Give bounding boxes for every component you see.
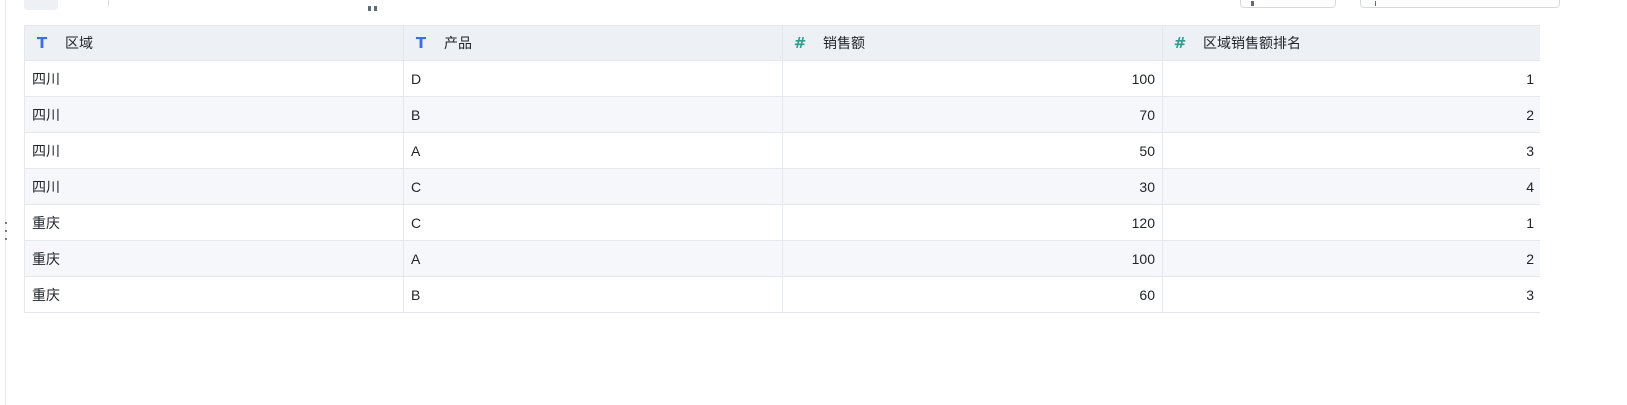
column-header[interactable]: T 区域 [25,26,404,60]
table-cell[interactable]: 重庆 [25,241,404,276]
page: T 区域 T 产品 # 销售额 # 区域销售额排名 四川 D 100 1 四川 B 70 2 四川 A 50 3 四川… [0,0,1627,405]
table-cell[interactable]: 3 [1163,277,1541,312]
column-header[interactable]: # 销售额 [783,26,1163,60]
table-body: 四川 D 100 1 四川 B 70 2 四川 A 50 3 四川 C 30 4 重庆 C 120 1 重庆 A 100 2 重… [25,61,1540,313]
table-row[interactable]: 四川 C 30 4 [25,169,1540,205]
table-row[interactable]: 四川 D 100 1 [25,61,1540,97]
table-cell[interactable]: 重庆 [25,205,404,240]
table-cell[interactable]: 四川 [25,97,404,132]
panel-left-border [5,0,6,405]
table-cell[interactable]: 3 [1163,133,1541,168]
table-row[interactable]: 重庆 B 60 3 [25,277,1540,313]
table-cell[interactable]: 重庆 [25,277,404,312]
table-cell[interactable]: 四川 [25,61,404,96]
table-header-row: T 区域 T 产品 # 销售额 # 区域销售额排名 [25,26,1540,61]
table-cell[interactable]: 四川 [25,169,404,204]
table-cell[interactable]: 50 [783,133,1163,168]
table-cell[interactable]: 1 [1163,61,1541,96]
table-cell[interactable]: C [404,205,783,240]
table-cell[interactable]: 100 [783,61,1163,96]
column-header-label: 销售额 [823,34,865,51]
drag-handle-icon[interactable] [4,222,8,240]
table-cell[interactable]: 120 [783,205,1163,240]
table-cell[interactable]: C [404,169,783,204]
column-header-label: 产品 [444,34,472,51]
table-cell[interactable]: B [404,277,783,312]
toolbar-divider [108,0,109,6]
table-cell[interactable]: 1 [1163,205,1541,240]
data-table: T 区域 T 产品 # 销售额 # 区域销售额排名 四川 D 100 1 四川 B 70 2 四川 A 50 3 四川… [24,25,1540,313]
select-icon [1251,1,1254,6]
table-cell[interactable]: 4 [1163,169,1541,204]
table-cell[interactable]: B [404,97,783,132]
table-cell[interactable]: A [404,241,783,276]
toolbar-action-icon[interactable] [368,0,384,11]
number-type-icon: # [1173,34,1187,52]
table-cell[interactable]: A [404,133,783,168]
column-header[interactable]: # 区域销售额排名 [1163,26,1541,60]
text-type-icon: T [415,34,427,52]
table-cell[interactable]: 四川 [25,133,404,168]
table-row[interactable]: 四川 A 50 3 [25,133,1540,169]
column-header-label: 区域 [65,34,93,51]
column-header[interactable]: T 产品 [404,26,783,60]
toolbar [0,0,1627,14]
table-row[interactable]: 重庆 C 120 1 [25,205,1540,241]
table-cell[interactable]: 60 [783,277,1163,312]
search-input[interactable] [1360,0,1560,8]
column-header-label: 区域销售额排名 [1203,34,1301,51]
table-cell[interactable]: 100 [783,241,1163,276]
table-cell[interactable]: 2 [1163,241,1541,276]
toolbar-select[interactable] [1240,0,1336,8]
number-type-icon: # [793,34,807,52]
table-row[interactable]: 重庆 A 100 2 [25,241,1540,277]
table-cell[interactable]: 2 [1163,97,1541,132]
text-type-icon: T [36,34,48,52]
table-row[interactable]: 四川 B 70 2 [25,97,1540,133]
list-view-button[interactable] [72,0,94,10]
table-cell[interactable]: 30 [783,169,1163,204]
grid-view-button[interactable] [24,0,58,10]
table-cell[interactable]: 70 [783,97,1163,132]
table-cell[interactable]: D [404,61,783,96]
search-icon [1375,1,1379,6]
